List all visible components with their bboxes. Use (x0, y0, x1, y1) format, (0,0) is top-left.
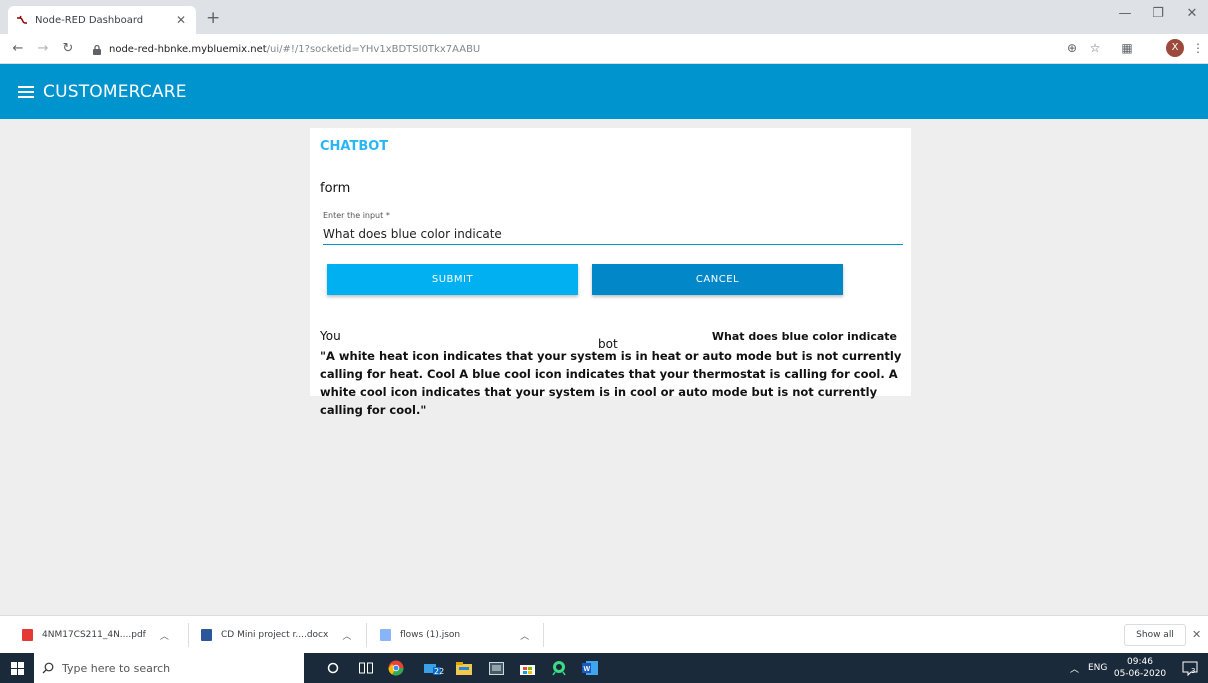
file-explorer-icon[interactable] (454, 658, 474, 678)
download-name: 4NM17CS211_4N....pdf (42, 630, 146, 640)
clock-date: 05-06-2020 (1113, 669, 1167, 679)
url-host: node-red-hbnke.mybluemix.net (109, 43, 267, 55)
input-label-text: Enter the input (323, 211, 384, 220)
cancel-button[interactable]: CANCEL (592, 264, 843, 295)
store-icon[interactable] (517, 658, 537, 678)
node-red-icon (17, 15, 27, 24)
browser-menu-icon[interactable]: ⋮ (1190, 41, 1206, 55)
close-tab-icon[interactable]: ✕ (174, 13, 188, 27)
chevron-up-icon[interactable]: ︿ (342, 629, 351, 642)
minimize-icon[interactable]: — (1115, 6, 1135, 21)
divider (366, 623, 367, 647)
browser-tab[interactable]: Node-RED Dashboard ✕ (8, 6, 196, 34)
maximize-icon[interactable]: ❐ (1148, 6, 1168, 21)
bot-reply-text: "A white heat icon indicates that your s… (320, 349, 902, 417)
language-indicator[interactable]: ENG (1088, 653, 1107, 683)
notification-count: 3 (1191, 667, 1196, 675)
app-icon[interactable] (486, 658, 506, 678)
dashboard-header: CUSTOMERCARE (0, 64, 1208, 119)
windows-start-icon[interactable] (0, 653, 34, 683)
search-placeholder: Type here to search (62, 661, 171, 675)
chrome-icon[interactable] (386, 658, 406, 678)
cortana-icon[interactable] (323, 658, 343, 678)
zoom-icon[interactable]: ⊕ (1064, 41, 1080, 55)
reload-icon[interactable]: ↻ (60, 41, 76, 57)
input-label: Enter the input * (323, 211, 390, 220)
clock-time: 09:46 (1127, 657, 1153, 667)
url-path: /ui/#!/1?socketid=YHv1xBDTSI0Tkx7AABU (266, 43, 481, 55)
close-downloads-icon[interactable]: ✕ (1192, 628, 1201, 641)
you-label: You (320, 329, 341, 343)
hamburger-menu-icon[interactable] (18, 85, 34, 98)
windows-taskbar: Type here to search 22 W ︿ ENG 09:46 05-… (0, 653, 1208, 683)
tab-title: Node-RED Dashboard (35, 14, 144, 26)
windows-logo-icon (10, 661, 24, 675)
word-icon[interactable]: W (580, 658, 600, 678)
close-window-icon[interactable]: ✕ (1182, 6, 1202, 21)
download-item[interactable]: CD Mini project r....docx ︿ (201, 616, 351, 654)
download-item[interactable]: 4NM17CS211_4N....pdf ︿ (22, 616, 169, 654)
chevron-up-icon[interactable]: ︿ (160, 629, 169, 642)
form-label: form (320, 181, 351, 196)
extension-icon[interactable]: ▦ (1119, 41, 1135, 55)
chat-input-field[interactable] (323, 223, 903, 245)
chevron-up-icon[interactable]: ︿ (520, 629, 529, 642)
taskbar-badge: 22 (434, 667, 445, 676)
downloads-bar: 4NM17CS211_4N....pdf ︿ CD Mini project r… (0, 615, 1208, 653)
profile-avatar[interactable]: X (1166, 39, 1184, 57)
url-field[interactable]: node-red-hbnke.mybluemix.net /ui/#!/1?so… (92, 38, 1062, 60)
word-file-icon (201, 629, 212, 641)
svg-text:W: W (584, 666, 591, 673)
divider (543, 623, 544, 647)
pdf-file-icon (22, 629, 33, 641)
show-all-button[interactable]: Show all (1124, 624, 1186, 646)
forward-icon[interactable]: → (35, 41, 51, 57)
app-title: CUSTOMERCARE (43, 81, 187, 102)
required-mark: * (385, 211, 390, 220)
show-hidden-icons[interactable]: ︿ (1070, 653, 1079, 683)
taskbar-search[interactable]: Type here to search (34, 653, 304, 683)
taskbar-clock[interactable]: 09:46 05-06-2020 (1112, 656, 1168, 680)
download-name: flows (1).json (400, 630, 461, 640)
user-message: What does blue color indicate (711, 330, 897, 343)
back-icon[interactable]: ← (10, 41, 26, 57)
android-studio-icon[interactable] (549, 658, 569, 678)
bookmark-star-icon[interactable]: ☆ (1087, 41, 1103, 55)
address-bar: ← → ↻ node-red-hbnke.mybluemix.net /ui/#… (0, 34, 1208, 64)
lock-icon (93, 44, 101, 55)
search-icon (42, 662, 54, 674)
new-tab-icon[interactable]: + (206, 8, 220, 28)
json-file-icon (380, 629, 391, 641)
download-item[interactable]: flows (1).json ︿ (380, 616, 529, 654)
teams-icon[interactable]: 22 (418, 658, 446, 678)
divider (188, 623, 189, 647)
task-view-icon[interactable] (356, 658, 376, 678)
card-title: CHATBOT (320, 139, 389, 154)
notification-icon[interactable]: 3 (1180, 658, 1200, 678)
browser-tab-strip: Node-RED Dashboard ✕ + — ❐ ✕ (0, 0, 1208, 34)
submit-button[interactable]: SUBMIT (327, 264, 578, 295)
download-name: CD Mini project r....docx (221, 630, 329, 640)
